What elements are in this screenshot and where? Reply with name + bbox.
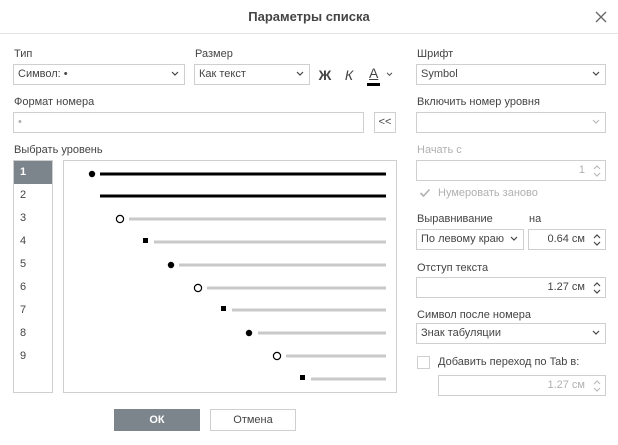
alignment-select[interactable]: По левому краю [416,229,524,250]
color-swatch [367,83,380,86]
include-level-label: Включить номер уровня [417,96,540,108]
list-preview-graphic [88,170,386,381]
alignment-at-label: на [529,213,542,225]
alignment-label: Выравнивание [417,213,493,225]
bullet-filled-circle-icon [167,261,175,269]
bullet-hollow-circle-icon [272,351,282,361]
level-item-7[interactable]: 7 [14,299,52,322]
chevron-up-icon[interactable] [593,282,601,287]
preview-line-1b [100,194,386,198]
bullet-square-icon [221,306,226,311]
level-item-6[interactable]: 6 [14,276,52,299]
chevron-down-icon [592,71,600,76]
level-item-5[interactable]: 5 [14,253,52,276]
preview-line-3 [154,240,386,244]
font-color-button[interactable]: A [364,65,396,87]
type-value: Символ: • [18,68,68,80]
ok-button[interactable]: ОК [114,409,200,431]
chevron-down-icon[interactable] [593,172,601,177]
bold-button[interactable]: Ж [316,65,334,85]
font-value: Symbol [421,68,458,80]
level-item-8[interactable]: 8 [14,322,52,345]
chevron-down-icon[interactable] [593,387,601,392]
dialog-title: Параметры списка [0,0,618,34]
preview-line-7 [258,331,386,335]
alignment-value: По левому краю [421,233,504,245]
level-item-1[interactable]: 1 [14,161,52,184]
preview-line-8 [286,354,386,358]
preview-line-5 [207,286,386,290]
chevron-down-icon[interactable] [593,289,601,294]
font-select[interactable]: Symbol [416,64,606,85]
type-select[interactable]: Символ: • [13,64,185,85]
size-label: Размер [195,48,233,60]
chevron-up-icon[interactable] [593,380,601,385]
checkmark-icon [419,188,431,198]
number-format-input[interactable]: • [13,112,364,133]
tab-stop-value: 1.27 см [547,379,585,391]
preview-line-4 [179,263,386,267]
after-number-label: Символ после номера [417,309,531,321]
font-label: Шрифт [417,48,454,60]
level-item-9[interactable]: 9 [14,345,52,368]
alignment-at-spinner[interactable]: 0.64 см [528,229,606,250]
bullet-filled-circle-icon [245,329,253,337]
close-icon[interactable] [594,10,608,24]
font-color-icon: A [369,65,379,81]
chevron-up-icon[interactable] [593,234,601,239]
tab-stop-label: Добавить переход по Tab в: [438,356,580,368]
level-list[interactable]: 1 2 3 4 5 6 7 8 9 [13,160,53,393]
preview-line-6 [232,308,386,312]
start-at-label: Начать с [417,144,462,156]
bullet-hollow-circle-icon [193,283,203,293]
after-number-value: Знак табуляции [421,327,502,339]
preview-line-9 [311,377,386,381]
chevron-down-icon [386,72,393,77]
restart-checkbox[interactable] [418,186,432,200]
bullet-square-icon [300,375,305,380]
italic-button[interactable]: К [340,65,358,85]
type-label: Тип [14,48,33,60]
level-item-4[interactable]: 4 [14,230,52,253]
tab-stop-spinner[interactable]: 1.27 см [438,375,606,396]
chevron-down-icon [592,330,600,335]
alignment-at-value: 0.64 см [547,233,585,245]
restart-label: Нумеровать заново [438,187,538,199]
chevron-down-icon [592,119,600,124]
chevron-up-icon[interactable] [593,165,601,170]
chevron-down-icon[interactable] [593,241,601,246]
start-at-value: 1 [578,164,585,176]
tab-stop-checkbox[interactable] [417,356,430,369]
bullet-square-icon [143,238,148,243]
list-preview [63,160,397,393]
after-number-select[interactable]: Знак табуляции [416,323,606,344]
level-item-2[interactable]: 2 [14,184,52,207]
bullet-hollow-circle-icon [115,214,125,224]
chevron-down-icon [296,71,304,76]
level-select-label: Выбрать уровень [14,144,103,156]
cancel-button[interactable]: Отмена [210,409,296,431]
preview-line-2 [129,217,386,221]
indent-label: Отступ текста [417,262,489,274]
chevron-down-icon [171,71,179,76]
chevron-down-icon [510,236,518,241]
size-value: Как текст [199,68,246,80]
preview-line-1 [100,172,386,176]
indent-value: 1.27 см [547,281,585,293]
number-format-value: • [18,116,22,128]
indent-spinner[interactable]: 1.27 см [416,277,606,298]
number-format-label: Формат номера [14,96,95,108]
start-at-spinner[interactable]: 1 [416,160,606,181]
size-select[interactable]: Как текст [194,64,310,85]
include-level-select[interactable] [416,112,606,133]
level-item-3[interactable]: 3 [14,207,52,230]
insert-format-button[interactable]: << [374,112,396,133]
bullet-filled-circle-icon [88,170,96,178]
